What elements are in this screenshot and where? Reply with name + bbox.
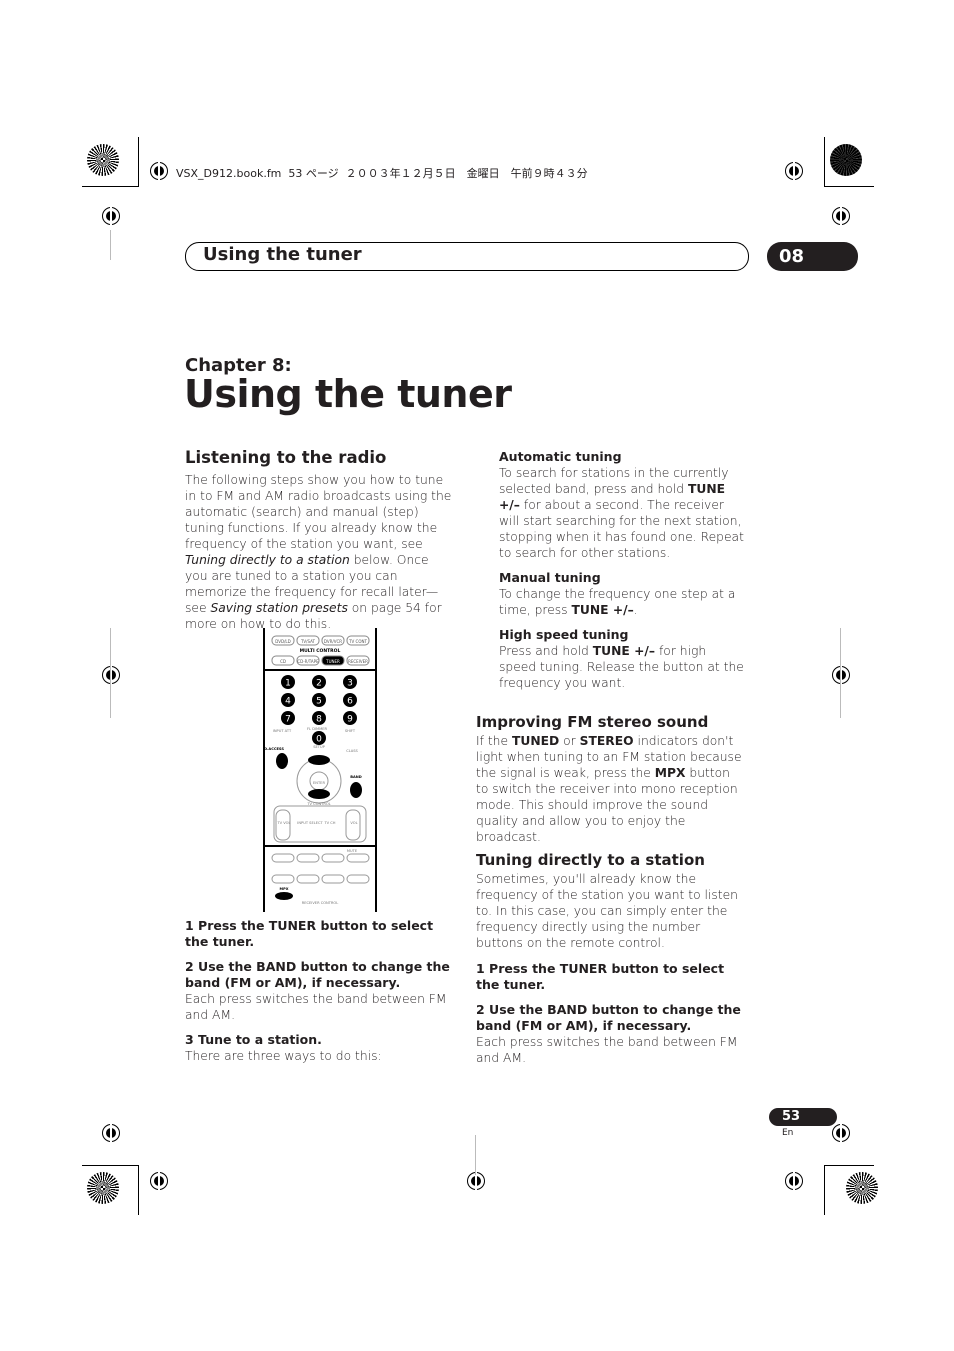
remote-label: SETUP — [313, 745, 325, 749]
remote-label: INPUT ATT — [273, 729, 292, 733]
remote-button-label: CD — [280, 659, 286, 664]
digit-label: 5 — [316, 697, 322, 707]
d-access-button — [276, 753, 288, 769]
step-1: 1 Press the TUNER button to select the t… — [185, 918, 434, 949]
chapter-title: Using the tuner — [184, 372, 512, 416]
remote-label: FL DIMMER — [307, 727, 328, 731]
crosshair-icon — [102, 204, 120, 228]
digit-label: 1 — [285, 679, 291, 689]
language-label: En — [782, 1128, 794, 1138]
digit-label: 7 — [285, 715, 291, 725]
tune-minus-button — [308, 789, 330, 799]
crosshair-icon — [102, 663, 120, 687]
step-3: 3 Tune to a station. — [185, 1032, 322, 1047]
high-speed-heading: High speed tuning — [499, 627, 629, 642]
auto-tuning-body: To search for stations in the currently … — [499, 466, 744, 560]
remote-label: BAND — [350, 775, 362, 779]
remote-label: SHIFT — [345, 729, 356, 733]
remote-button-label: CD-R/TAPE — [297, 659, 319, 664]
header-title: Using the tuner — [203, 244, 362, 265]
digit-label: 0 — [316, 735, 322, 745]
crosshair-icon — [832, 204, 850, 228]
crosshair-icon — [785, 1169, 803, 1193]
high-speed-body: Press and hold TUNE +/– for high speed t… — [499, 644, 744, 690]
crosshair-icon — [102, 1121, 120, 1145]
manual-page: VSX_D912.book.fm 53 ページ ２００３年１２月５日 金曜日 午… — [0, 0, 954, 1351]
mpx-button — [275, 892, 293, 900]
tune-plus-button — [308, 755, 330, 765]
remote-label: D.ACCESS — [264, 747, 284, 751]
fm-stereo-body: If the TUNED or STEREO indicators don't … — [476, 734, 742, 844]
digit-label: 8 — [316, 715, 322, 725]
fm-stereo-heading: Improving FM stereo sound — [476, 713, 709, 731]
crosshair-icon — [832, 663, 850, 687]
crosshair-icon — [785, 159, 803, 183]
remote-label: VOL — [350, 821, 357, 825]
digit-label: 4 — [285, 697, 291, 707]
remote-label: RECEIVER CONTROL — [302, 901, 339, 905]
remote-label: TV VOL — [276, 821, 290, 825]
remote-label: MPX — [280, 887, 289, 891]
file-slug: VSX_D912.book.fm 53 ページ ２００３年１２月５日 金曜日 午… — [176, 167, 588, 180]
step-2: 2 Use the BAND button to change the band… — [185, 959, 450, 990]
registration-target-icon — [846, 1172, 878, 1204]
crosshair-icon — [150, 159, 168, 183]
auto-tuning-heading: Automatic tuning — [499, 449, 622, 464]
remote-label: MULTI CONTROL — [300, 648, 341, 654]
chapter-number-badge: 08 — [767, 242, 858, 271]
remote-button-label: TUNER — [325, 659, 340, 664]
remote-label: CLASS — [346, 749, 358, 753]
direct-step-2: 2 Use the BAND button to change the band… — [476, 1002, 741, 1033]
remote-button-label: RECEIVER — [348, 659, 368, 664]
step-2-body: Each press switches the band between FM … — [185, 992, 447, 1022]
remote-control-illustration: DVD/LD TV/SAT DVR/VCR TV CONT MULTI CONTROL C… — [263, 628, 377, 912]
remote-label: TV CONTROL — [306, 802, 330, 806]
remote-button-label: DVD/LD — [275, 639, 290, 644]
digit-label: 6 — [347, 697, 353, 707]
remote-label: ENTER — [313, 781, 325, 785]
direct-tuning-body: Sometimes, you'll already know the frequ… — [476, 872, 738, 950]
band-button — [350, 782, 362, 798]
crosshair-icon — [467, 1169, 485, 1193]
remote-label: MUTE — [347, 849, 358, 853]
direct-tuning-heading: Tuning directly to a station — [476, 851, 705, 869]
crosshair-icon — [150, 1169, 168, 1193]
registration-target-icon — [830, 144, 862, 176]
remote-label: INPUT SELECT — [297, 821, 323, 825]
registration-target-icon — [87, 1172, 119, 1204]
step-3-body: There are three ways to do this: — [185, 1049, 382, 1063]
intro-paragraph: The following steps show you how to tune… — [185, 473, 452, 631]
digit-label: 9 — [347, 715, 353, 725]
section-heading: Listening to the radio — [185, 448, 387, 467]
digit-label: 2 — [316, 679, 322, 689]
page-number: 53 — [769, 1108, 837, 1126]
remote-button-label: DVR/VCR — [324, 639, 342, 644]
remote-button-label: TV CONT — [348, 639, 367, 644]
manual-tuning-body: To change the frequency one step at a ti… — [499, 587, 736, 617]
direct-step-2-body: Each press switches the band between FM … — [476, 1035, 738, 1065]
remote-label: TV CH — [323, 821, 335, 825]
registration-target-icon — [87, 144, 119, 176]
manual-tuning-heading: Manual tuning — [499, 570, 601, 585]
remote-button-label: TV/SAT — [300, 639, 316, 644]
crosshair-icon — [832, 1121, 850, 1145]
digit-label: 3 — [347, 679, 353, 689]
direct-step-1: 1 Press the TUNER button to select the t… — [476, 961, 725, 992]
